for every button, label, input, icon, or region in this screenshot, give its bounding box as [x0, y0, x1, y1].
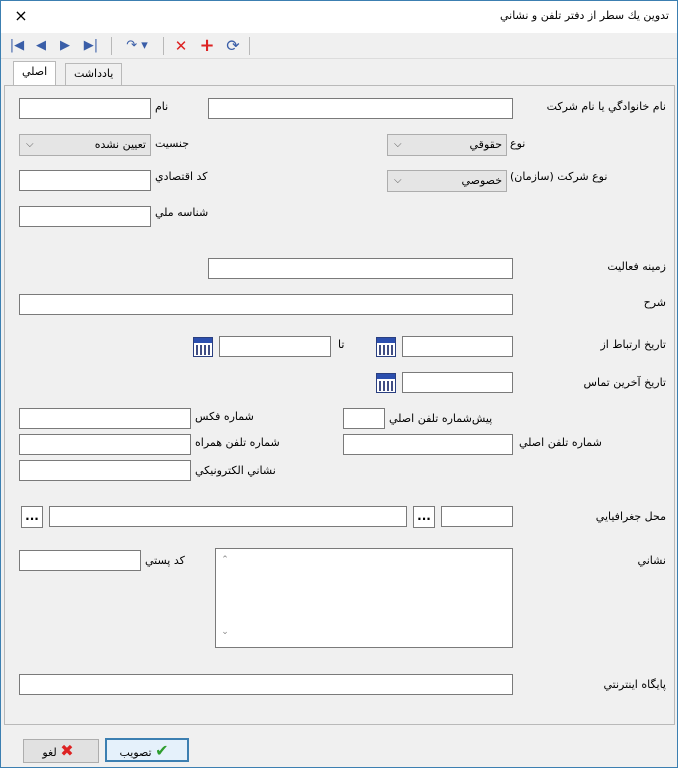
gender-label: جنسيت	[155, 137, 190, 150]
tab-strip: اصلي يادداشت	[1, 59, 677, 85]
mobile-input[interactable]	[19, 434, 191, 455]
type-label: نوع	[510, 137, 526, 150]
main-tab-panel: نام خانوادگي يا نام شركت نام نوع ⌵ حقوقي…	[4, 85, 675, 725]
gender-value: تعيين نشده	[94, 138, 146, 151]
mobile-label: شماره تلفن همراه	[195, 436, 280, 449]
website-label: پايگاه اينترنتي	[603, 678, 666, 691]
toolbar-separator	[249, 37, 250, 55]
scroll-down-icon[interactable]: ⌄	[218, 627, 232, 641]
company-type-label: نوع شركت (سازمان)	[510, 170, 608, 183]
family-name-input[interactable]	[208, 98, 513, 119]
type-select[interactable]: ⌵ حقوقي	[387, 134, 507, 156]
calendar-icon[interactable]	[376, 337, 396, 357]
chevron-down-icon: ⌵	[394, 175, 402, 186]
address-label: نشاني	[637, 554, 666, 567]
approve-label: تصويب	[119, 746, 152, 759]
email-input[interactable]	[19, 460, 191, 481]
postal-code-input[interactable]	[19, 550, 141, 571]
last-record-icon[interactable]: ▶|	[81, 36, 101, 56]
tab-main[interactable]: اصلي	[13, 61, 57, 85]
activity-input[interactable]	[208, 258, 513, 279]
company-type-select[interactable]: ⌵ خصوصي	[387, 170, 507, 192]
fax-label: شماره فكس	[195, 410, 254, 423]
location-code-input[interactable]	[441, 506, 513, 527]
description-label: شرح	[643, 296, 666, 309]
first-record-icon[interactable]: |◀	[7, 36, 27, 56]
approve-button[interactable]: ✔ تصويب	[105, 738, 189, 762]
cancel-label: لغو	[42, 746, 57, 759]
scroll-up-icon[interactable]: ⌃	[218, 555, 232, 569]
chevron-down-icon: ⌵	[26, 139, 34, 150]
website-input[interactable]	[19, 674, 513, 695]
checkmark-icon: ✔	[155, 741, 169, 760]
address-textarea[interactable]: ⌃ ⌄	[215, 548, 513, 648]
national-id-input[interactable]	[19, 206, 151, 227]
family-name-label: نام خانوادگي يا نام شركت	[546, 100, 666, 113]
fax-input[interactable]	[19, 408, 191, 429]
location-name-input[interactable]	[49, 506, 407, 527]
delete-icon[interactable]: ✕	[171, 36, 191, 56]
cancel-button[interactable]: ✖ لغو	[23, 739, 99, 763]
location-label: محل جغرافيايي	[595, 510, 666, 523]
title-bar: × تدوين يك سطر از دفتر تلفن و نشاني	[1, 1, 677, 33]
first-name-label: نام	[155, 100, 169, 113]
dialog-window: × تدوين يك سطر از دفتر تلفن و نشاني |◀ ◀…	[0, 0, 678, 768]
previous-record-icon[interactable]: ◀	[31, 36, 51, 56]
main-phone-input[interactable]	[343, 434, 513, 455]
economic-code-label: كد اقتصادي	[155, 170, 208, 183]
gender-select[interactable]: ⌵ تعيين نشده	[19, 134, 151, 156]
main-phone-prefix-label: پيش‌شماره تلفن اصلي	[389, 412, 493, 425]
company-type-value: خصوصي	[461, 174, 502, 187]
calendar-icon[interactable]	[193, 337, 213, 357]
postal-code-label: كد پستي	[145, 554, 185, 567]
chevron-down-icon: ⌵	[394, 139, 402, 150]
to-label: تا	[338, 338, 345, 351]
location-browse-button[interactable]: ...	[413, 506, 435, 528]
next-record-icon[interactable]: ▶	[55, 36, 75, 56]
contact-from-input[interactable]	[402, 336, 513, 357]
main-phone-label: شماره تلفن اصلي	[519, 436, 602, 449]
refresh-menu-icon[interactable]: ↷ ▾	[119, 36, 155, 56]
main-phone-prefix-input[interactable]	[343, 408, 385, 429]
window-title: تدوين يك سطر از دفتر تلفن و نشاني	[499, 9, 669, 22]
type-value: حقوقي	[469, 138, 502, 151]
location-name-browse-button[interactable]: ...	[21, 506, 43, 528]
national-id-label: شناسه ملي	[155, 206, 209, 219]
toolbar-separator	[111, 37, 112, 55]
toolbar-separator	[163, 37, 164, 55]
reload-icon[interactable]: ⟳	[223, 36, 243, 56]
toolbar: |◀ ◀ ▶ ▶| ↷ ▾ ✕ + ⟳	[1, 33, 677, 59]
contact-from-label: تاريخ ارتباط از	[600, 338, 666, 351]
activity-label: زمينه فعاليت	[607, 260, 666, 273]
email-label: نشاني الكترونيكي	[195, 464, 276, 477]
economic-code-input[interactable]	[19, 170, 151, 191]
tab-notes[interactable]: يادداشت	[65, 63, 123, 85]
description-input[interactable]	[19, 294, 513, 315]
last-contact-input[interactable]	[402, 372, 513, 393]
cross-icon: ✖	[60, 741, 74, 760]
calendar-icon[interactable]	[376, 373, 396, 393]
close-icon[interactable]: ×	[1, 1, 41, 33]
contact-to-input[interactable]	[219, 336, 331, 357]
first-name-input[interactable]	[19, 98, 151, 119]
last-contact-label: تاريخ آخرين تماس	[583, 376, 666, 389]
add-icon[interactable]: +	[197, 36, 217, 56]
